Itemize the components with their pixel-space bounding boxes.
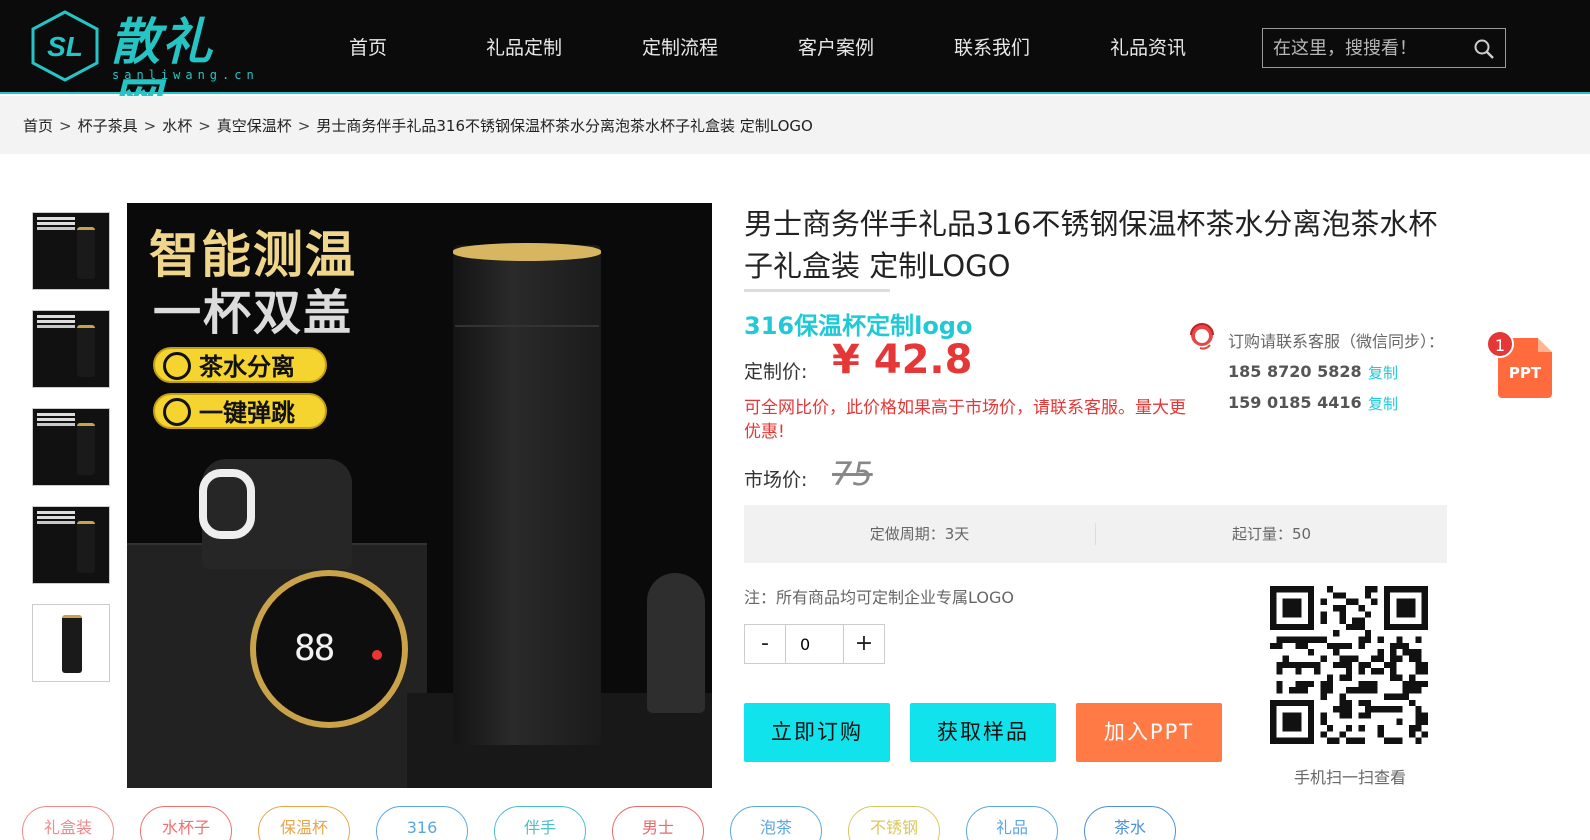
add-to-ppt-button[interactable]: 加入PPT — [1076, 703, 1222, 762]
market-price-label: 市场价: — [744, 469, 808, 491]
tag-chip[interactable]: 泡茶 — [730, 806, 822, 840]
breadcrumb-separator: > — [59, 117, 72, 135]
thumbnail-3[interactable] — [32, 408, 110, 486]
tag-chip[interactable]: 保温杯 — [258, 806, 350, 840]
image-feature-2: 一键弹跳 — [153, 393, 327, 429]
breadcrumb-vacuum-cup[interactable]: 真空保温杯 — [217, 117, 292, 135]
tag-chip[interactable]: 茶水 — [1084, 806, 1176, 840]
tag-list: 礼盒装 水杯子 保温杯 316 伴手 男士 泡茶 不锈钢 礼品 茶水 — [22, 806, 1202, 840]
price-notice: 可全网比价，此价格如果高于市场价，请联系客服。量大更优惠! — [744, 398, 1186, 442]
copy-phone-2-button[interactable]: 复制 — [1368, 393, 1398, 414]
check-icon — [163, 398, 191, 426]
logo-mark: SL — [47, 31, 83, 62]
nav-item-news[interactable]: 礼品资讯 — [1070, 30, 1226, 66]
qr-caption: 手机扫一扫查看 — [1294, 768, 1407, 787]
quantity-minus-button[interactable]: - — [745, 625, 785, 663]
quantity-stepper: - + — [744, 624, 885, 664]
lead-time: 定做周期：3天 — [869, 525, 970, 543]
image-feature-1-text: 茶水分离 — [199, 353, 295, 381]
tag-chip[interactable]: 伴手 — [494, 806, 586, 840]
breadcrumb-cups[interactable]: 杯子茶具 — [78, 117, 138, 135]
search-input[interactable] — [1263, 29, 1463, 67]
breadcrumb-separator: > — [143, 117, 157, 135]
nav-item-process[interactable]: 定制流程 — [602, 30, 758, 66]
image-headline-2: 一杯双盖 — [153, 285, 354, 341]
thumbnail-1[interactable] — [32, 212, 110, 290]
image-chess-knight — [647, 573, 705, 713]
tag-chip[interactable]: 礼盒装 — [22, 806, 114, 840]
image-cup-rim — [453, 243, 601, 261]
image-cup-body — [453, 245, 601, 745]
logo-note: 注：所有商品均可定制企业专属LOGO — [744, 588, 1014, 607]
thumbnail-list — [32, 212, 110, 702]
title-divider — [744, 289, 890, 292]
phone-2: 159 0185 4416 — [1228, 393, 1362, 412]
site-logo[interactable]: SL 散礼网 sanliwang.cn — [30, 10, 260, 131]
image-headline-1: 智能测温 — [149, 226, 357, 284]
search-icon[interactable] — [1473, 38, 1495, 60]
search-box — [1262, 28, 1506, 68]
price-value: ¥ 42.8 — [832, 337, 973, 383]
logo-domain: sanliwang.cn — [112, 68, 259, 82]
tag-chip[interactable]: 水杯子 — [140, 806, 232, 840]
customer-service-icon — [1190, 323, 1214, 350]
site-header: SL 散礼网 sanliwang.cn 首页 礼品定制 定制流程 客户案例 联系… — [0, 0, 1590, 131]
image-temperature-display: 88 — [250, 570, 408, 728]
price-label: 定制价: — [744, 361, 808, 383]
main-nav: 首页 礼品定制 定制流程 客户案例 联系我们 礼品资讯 — [290, 30, 1226, 66]
check-icon — [163, 352, 191, 380]
display-digits: 88 — [294, 628, 335, 669]
ppt-count-badge: 1 — [1486, 330, 1514, 358]
breadcrumb-separator: > — [297, 117, 311, 135]
image-lid-ring — [199, 469, 255, 539]
tag-chip[interactable]: 不锈钢 — [848, 806, 940, 840]
breadcrumb-separator: > — [198, 117, 211, 135]
spec-bar: 定做周期：3天 起订量：50 — [744, 505, 1447, 563]
thumbnail-4[interactable] — [32, 506, 110, 584]
market-price-value: 75 — [832, 455, 873, 493]
product-subtitle: 316保温杯定制logo — [744, 312, 973, 340]
quantity-plus-button[interactable]: + — [844, 625, 884, 663]
breadcrumb-water-cup[interactable]: 水杯 — [162, 117, 192, 135]
tag-chip[interactable]: 礼品 — [966, 806, 1058, 840]
image-feature-2-text: 一键弹跳 — [199, 399, 295, 427]
thumbnail-2[interactable] — [32, 310, 110, 388]
logo-hexagon-icon: SL — [31, 10, 99, 82]
breadcrumb-home[interactable]: 首页 — [23, 117, 53, 135]
min-order: 起订量：50 — [1231, 525, 1312, 543]
product-main-image: 智能测温 一杯双盖 茶水分离 一键弹跳 88 — [127, 203, 712, 788]
buy-now-button[interactable]: 立即订购 — [744, 703, 890, 762]
file-fold-icon — [1538, 338, 1552, 352]
quantity-input[interactable] — [785, 625, 844, 663]
service-caption: 订购请联系客服（微信同步）： — [1228, 332, 1445, 351]
qr-code — [1270, 586, 1428, 744]
phone-1: 185 8720 5828 — [1228, 362, 1362, 381]
product-title: 男士商务伴手礼品316不锈钢保温杯茶水分离泡茶水杯子礼盒装 定制LOGO — [744, 207, 1438, 283]
copy-phone-1-button[interactable]: 复制 — [1368, 362, 1398, 383]
tag-chip[interactable]: 316 — [376, 806, 468, 840]
nav-item-home[interactable]: 首页 — [290, 30, 446, 66]
image-cup-seam — [455, 325, 599, 327]
tag-chip[interactable]: 男士 — [612, 806, 704, 840]
nav-item-cases[interactable]: 客户案例 — [758, 30, 914, 66]
breadcrumb: 首页 > 杯子茶具 > 水杯 > 真空保温杯 > 男士商务伴手礼品316不锈钢保温杯茶水分离泡茶… — [23, 115, 813, 136]
get-sample-button[interactable]: 获取样品 — [910, 703, 1056, 762]
thumbnail-5[interactable] — [32, 604, 110, 682]
ppt-float-label: PPT — [1508, 364, 1542, 382]
breadcrumb-current: 男士商务伴手礼品316不锈钢保温杯茶水分离泡茶水杯子礼盒装 定制LOGO — [316, 117, 813, 135]
nav-item-contact[interactable]: 联系我们 — [914, 30, 1070, 66]
nav-item-gift-custom[interactable]: 礼品定制 — [446, 30, 602, 66]
breadcrumb-bar: 首页 > 杯子茶具 > 水杯 > 真空保温杯 > 男士商务伴手礼品316不锈钢保温杯茶水分离泡茶… — [0, 96, 1590, 154]
image-feature-1: 茶水分离 — [153, 347, 327, 383]
